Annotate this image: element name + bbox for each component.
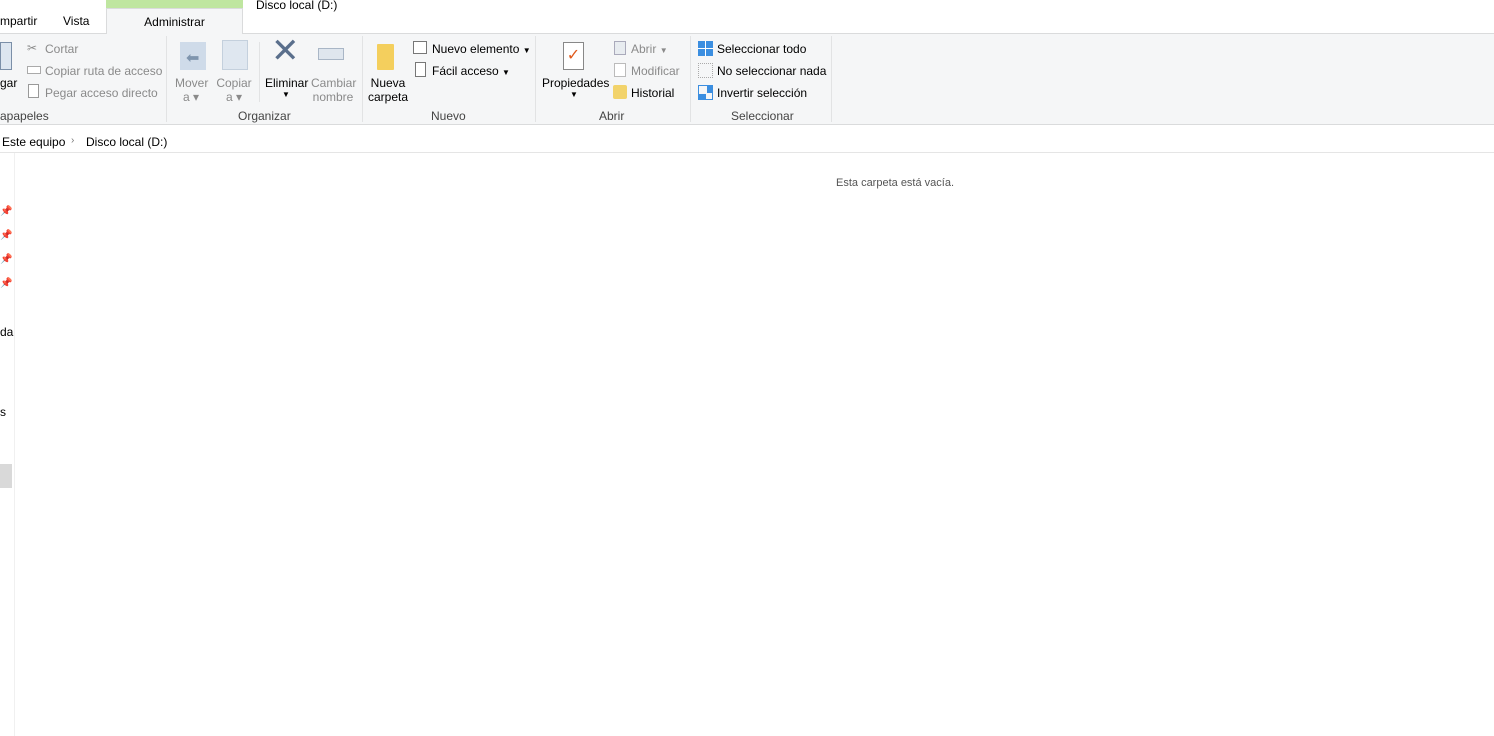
divider [831, 36, 832, 122]
copy-label-2: a ▾ [225, 90, 243, 104]
pin-icon: 📌 [0, 278, 13, 289]
new-folder-label: Nueva [370, 76, 406, 90]
paste-button[interactable]: gar [0, 76, 17, 90]
select-all-button[interactable]: Seleccionar todo [717, 42, 806, 56]
nav-pane-border[interactable] [14, 153, 15, 736]
properties-label: Propiedades [542, 76, 610, 90]
new-folder-button[interactable]: Nueva carpeta [368, 76, 408, 104]
copy-to-button[interactable]: Copiar a ▾ [216, 76, 252, 104]
select-all-icon [698, 41, 713, 56]
nav-item[interactable]: da [0, 325, 13, 339]
chevron-down-icon: ▼ [570, 90, 578, 99]
copy-path-button[interactable]: Copiar ruta de acceso [45, 64, 162, 78]
copy-path-icon [27, 66, 41, 74]
nav-item[interactable]: s [0, 405, 6, 419]
pin-icon: 📌 [0, 230, 13, 241]
select-none-icon [698, 63, 713, 78]
history-icon [613, 85, 627, 99]
divider [690, 36, 691, 122]
window-title: Disco local (D:) [256, 0, 338, 12]
new-item-icon [413, 41, 427, 54]
move-label: Mover [175, 76, 209, 90]
copy-to-icon [222, 40, 248, 70]
pin-icon: 📌 [0, 206, 13, 217]
chevron-down-icon: ▼ [282, 90, 290, 99]
new-item-label: Nuevo elemento [432, 42, 520, 56]
breadcrumb-disco-local[interactable]: Disco local (D:) [86, 135, 167, 149]
rename-label: Cambiar [311, 76, 357, 90]
open-button[interactable]: Abrir ▼ [631, 42, 668, 56]
move-label-2: a ▾ [182, 90, 200, 104]
edit-button[interactable]: Modificar [631, 64, 680, 78]
easy-access-label: Fácil acceso [432, 64, 499, 78]
group-label-nuevo: Nuevo [431, 109, 466, 123]
group-label-abrir: Abrir [599, 109, 625, 123]
delete-label: Eliminar [265, 76, 309, 90]
paste-shortcut-icon [28, 84, 39, 98]
pin-icon: 📌 [0, 254, 13, 265]
nav-item-selected[interactable] [0, 464, 12, 488]
divider [259, 42, 260, 102]
history-button[interactable]: Historial [631, 86, 674, 100]
chevron-down-icon: ▼ [659, 46, 668, 55]
group-label-seleccionar: Seleccionar [731, 109, 794, 123]
copy-label-a: a [225, 90, 233, 104]
easy-access-button[interactable]: Fácil acceso ▼ [432, 64, 510, 78]
new-item-button[interactable]: Nuevo elemento ▼ [432, 42, 531, 56]
cut-button[interactable]: Cortar [45, 42, 78, 56]
address-bar[interactable]: Este equipo › Disco local (D:) [0, 130, 1494, 153]
rename-label-2: nombre [312, 90, 354, 104]
tab-vista[interactable]: Vista [63, 14, 89, 28]
group-label-portapapeles: apapeles [0, 109, 49, 123]
delete-icon: ✕ [271, 32, 300, 70]
rename-icon [318, 48, 344, 60]
open-label: Abrir [631, 42, 657, 56]
tab-administrar[interactable]: Administrar [106, 8, 243, 34]
tab-compartir[interactable]: mpartir [0, 14, 37, 28]
chevron-down-icon: ▼ [502, 68, 510, 77]
properties-button[interactable]: Propiedades ▼ [542, 76, 610, 99]
new-folder-label-2: carpeta [368, 90, 409, 104]
paste-shortcut-button[interactable]: Pegar acceso directo [45, 86, 158, 100]
move-to-icon: ⬅ [180, 42, 206, 70]
breadcrumb-este-equipo[interactable]: Este equipo [2, 135, 65, 149]
properties-icon: ✓ [563, 42, 584, 70]
move-to-button[interactable]: Mover a ▾ [175, 76, 209, 104]
divider [166, 36, 167, 122]
empty-folder-message: Esta carpeta está vacía. [836, 177, 955, 189]
group-label-organizar: Organizar [238, 109, 291, 123]
move-label-a: a [182, 90, 190, 104]
select-none-button[interactable]: No seleccionar nada [717, 64, 826, 78]
divider [535, 36, 536, 122]
open-icon [614, 41, 626, 55]
delete-button[interactable]: Eliminar ▼ [265, 76, 309, 99]
edit-icon [614, 63, 626, 77]
scissors-icon: ✂ [27, 41, 38, 55]
chevron-down-icon: ▼ [522, 46, 531, 55]
rename-button[interactable]: Cambiar nombre [311, 76, 357, 104]
chevron-right-icon: › [71, 135, 75, 146]
invert-selection-icon [698, 85, 713, 100]
new-folder-icon [377, 44, 394, 70]
easy-access-icon [415, 62, 426, 77]
divider [362, 36, 363, 122]
invert-selection-button[interactable]: Invertir selección [717, 86, 807, 100]
copy-label: Copiar [216, 76, 252, 90]
paste-icon [0, 42, 12, 70]
